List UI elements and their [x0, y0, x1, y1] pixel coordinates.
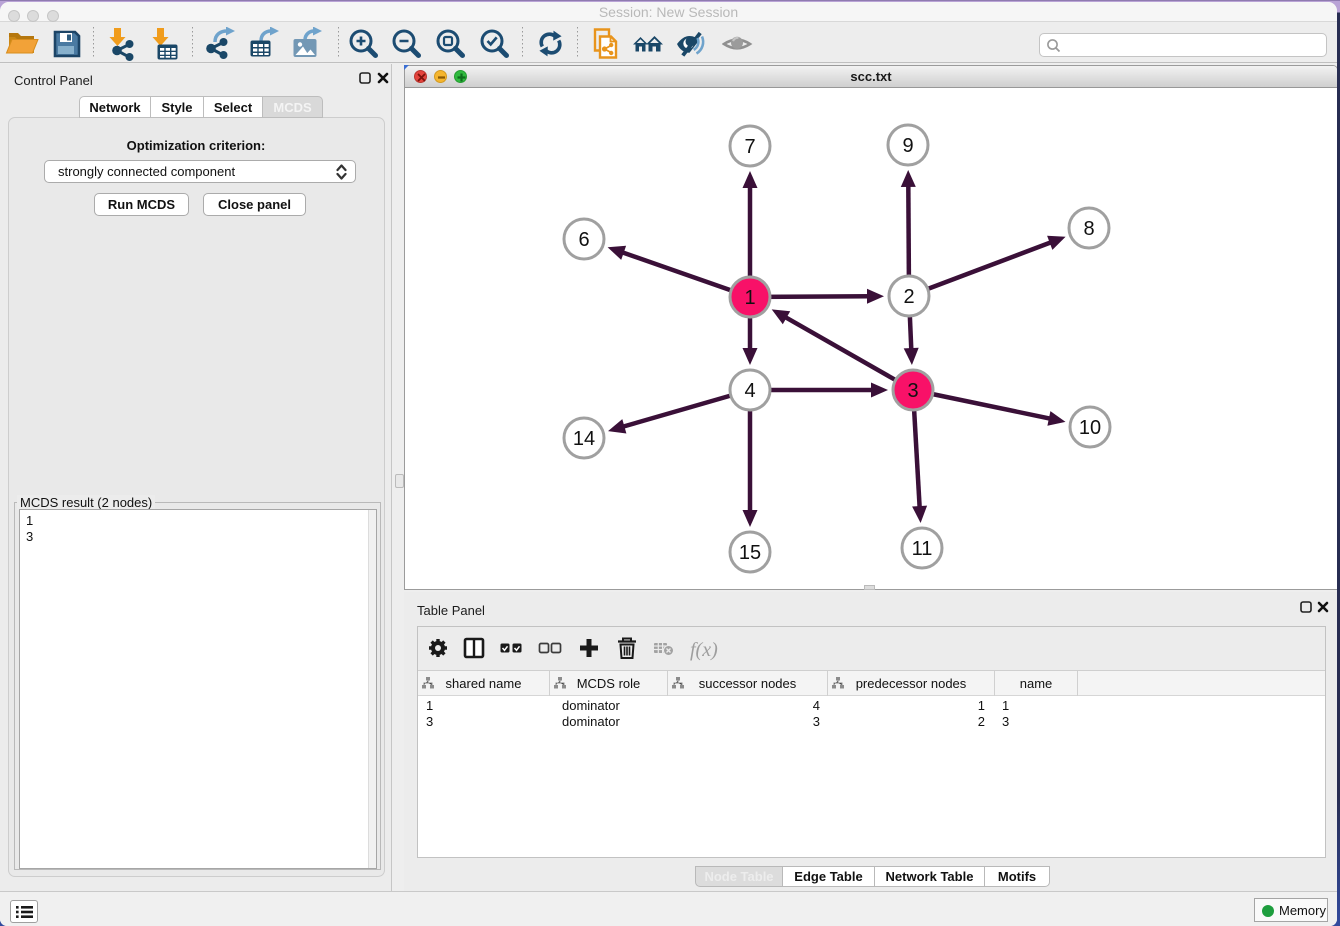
svg-text:9: 9 [902, 135, 913, 157]
svg-text:6: 6 [578, 229, 589, 251]
svg-text:3: 3 [907, 380, 918, 402]
svg-text:15: 15 [739, 542, 761, 564]
svg-text:14: 14 [573, 428, 595, 450]
svg-text:7: 7 [744, 136, 755, 158]
svg-text:8: 8 [1083, 218, 1094, 240]
svg-text:11: 11 [912, 538, 933, 560]
svg-text:f(x): f(x) [690, 639, 718, 661]
svg-text:10: 10 [1079, 417, 1101, 439]
svg-text:1: 1 [744, 287, 755, 309]
svg-text:2: 2 [903, 286, 914, 308]
svg-text:4: 4 [744, 380, 755, 402]
